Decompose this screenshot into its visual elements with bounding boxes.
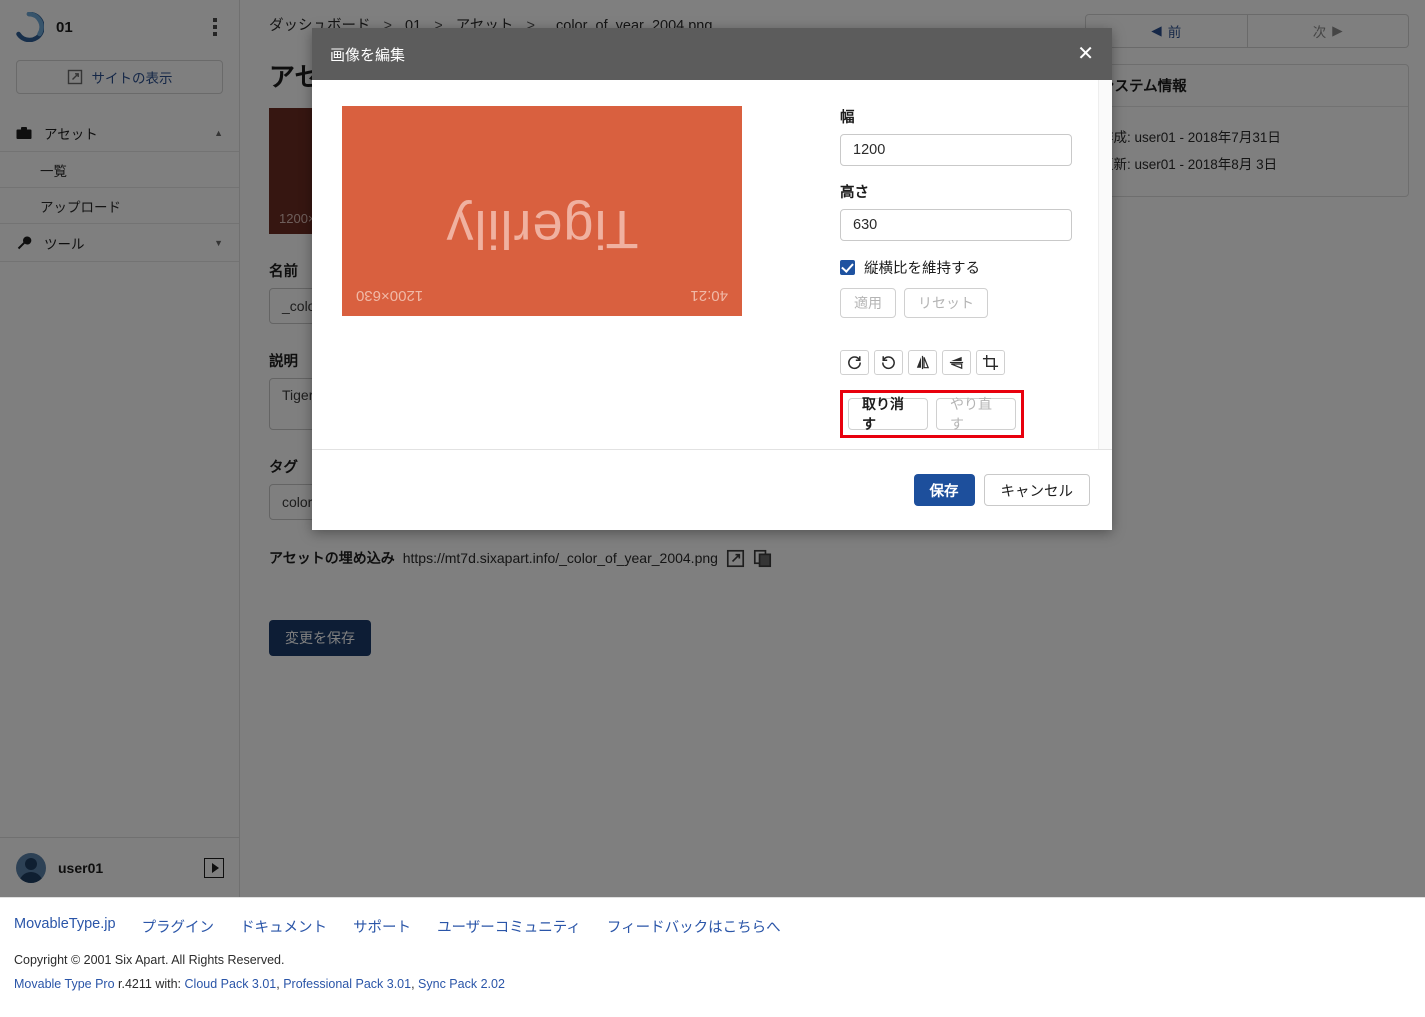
image-preview: 1200×630 40:21 Tigerlily (342, 106, 742, 316)
apply-button[interactable]: 適用 (840, 288, 896, 318)
footer-link-feedback[interactable]: フィードバックはこちらへ (607, 916, 781, 937)
footer-copyright: Copyright © 2001 Six Apart. All Rights R… (14, 953, 285, 967)
preview-ratio: 40:21 (690, 287, 728, 304)
footer-link-plugins[interactable]: プラグイン (142, 916, 215, 937)
aspect-ratio-row[interactable]: 縦横比を維持する (840, 257, 1072, 278)
modal-title: 画像を編集 (330, 46, 406, 64)
footer-links: MovableType.jp プラグイン ドキュメント サポート ユーザーコミュ… (14, 916, 1411, 937)
modal-cancel-button[interactable]: キャンセル (983, 474, 1090, 506)
redo-button[interactable]: やり直す (936, 396, 1016, 432)
footer-pack-cloud[interactable]: Cloud Pack 3.01 (185, 977, 277, 991)
undo-button[interactable]: 取り消す (848, 396, 928, 432)
edit-image-modal: 画像を編集 ✕ 1200×630 40:21 Tigerlily 幅 1200 … (312, 28, 1112, 530)
modal-save-label: 保存 (929, 483, 959, 500)
apply-reset-row: 適用 リセット (840, 288, 1072, 318)
width-input[interactable]: 1200 (840, 134, 1072, 166)
reset-button[interactable]: リセット (904, 288, 988, 318)
close-icon[interactable]: ✕ (1077, 44, 1094, 64)
modal-save-button[interactable]: 保存 (913, 474, 975, 506)
footer-link-community[interactable]: ユーザーコミュニティ (437, 916, 581, 937)
modal-footer: 保存 キャンセル (312, 450, 1112, 530)
image-tool-row (840, 350, 1072, 375)
width-input-value: 1200 (853, 142, 886, 158)
footer-pack-sync[interactable]: Sync Pack 2.02 (418, 977, 505, 991)
footer-link-movabletype[interactable]: MovableType.jp (14, 916, 116, 937)
flip-vertical-icon[interactable] (942, 350, 971, 375)
modal-header: 画像を編集 ✕ (312, 28, 1112, 80)
footer-link-documents[interactable]: ドキュメント (240, 916, 327, 937)
preview-brand-text: Tigerlily (445, 199, 639, 259)
rotate-counterclockwise-icon[interactable] (874, 350, 903, 375)
redo-label: やり直す (950, 396, 992, 432)
app-root: 01 サイトの表示 アセット ▲ (0, 0, 1425, 1017)
undo-label: 取り消す (862, 396, 904, 432)
width-label: 幅 (840, 110, 855, 126)
modal-scrollbar[interactable] (1098, 80, 1112, 449)
reset-label: リセット (918, 295, 974, 311)
image-controls: 幅 1200 高さ 630 縦横比を維持する 適用 リセット 取り消す やり直す (840, 106, 1072, 449)
footer-version: Movable Type Pro r.4211 with: Cloud Pack… (14, 977, 505, 991)
footer-product-link[interactable]: Movable Type Pro (14, 977, 115, 991)
apply-label: 適用 (854, 295, 882, 311)
rotate-clockwise-icon[interactable] (840, 350, 869, 375)
height-input[interactable]: 630 (840, 209, 1072, 241)
modal-cancel-label: キャンセル (1000, 483, 1074, 500)
flip-horizontal-icon[interactable] (908, 350, 937, 375)
preview-dimensions: 1200×630 (356, 287, 424, 304)
modal-body: 1200×630 40:21 Tigerlily 幅 1200 高さ 630 縦… (312, 80, 1112, 450)
aspect-ratio-checkbox[interactable] (840, 260, 855, 275)
height-label: 高さ (840, 185, 869, 201)
crop-icon[interactable] (976, 350, 1005, 375)
footer-pack-professional[interactable]: Professional Pack 3.01 (283, 977, 411, 991)
height-input-value: 630 (853, 217, 878, 233)
page-footer: MovableType.jp プラグイン ドキュメント サポート ユーザーコミュ… (0, 897, 1425, 1017)
aspect-ratio-label: 縦横比を維持する (864, 261, 980, 277)
undo-redo-group: 取り消す やり直す (840, 390, 1024, 438)
footer-revision: r.4211 with: (118, 977, 182, 991)
footer-link-support[interactable]: サポート (353, 916, 411, 937)
